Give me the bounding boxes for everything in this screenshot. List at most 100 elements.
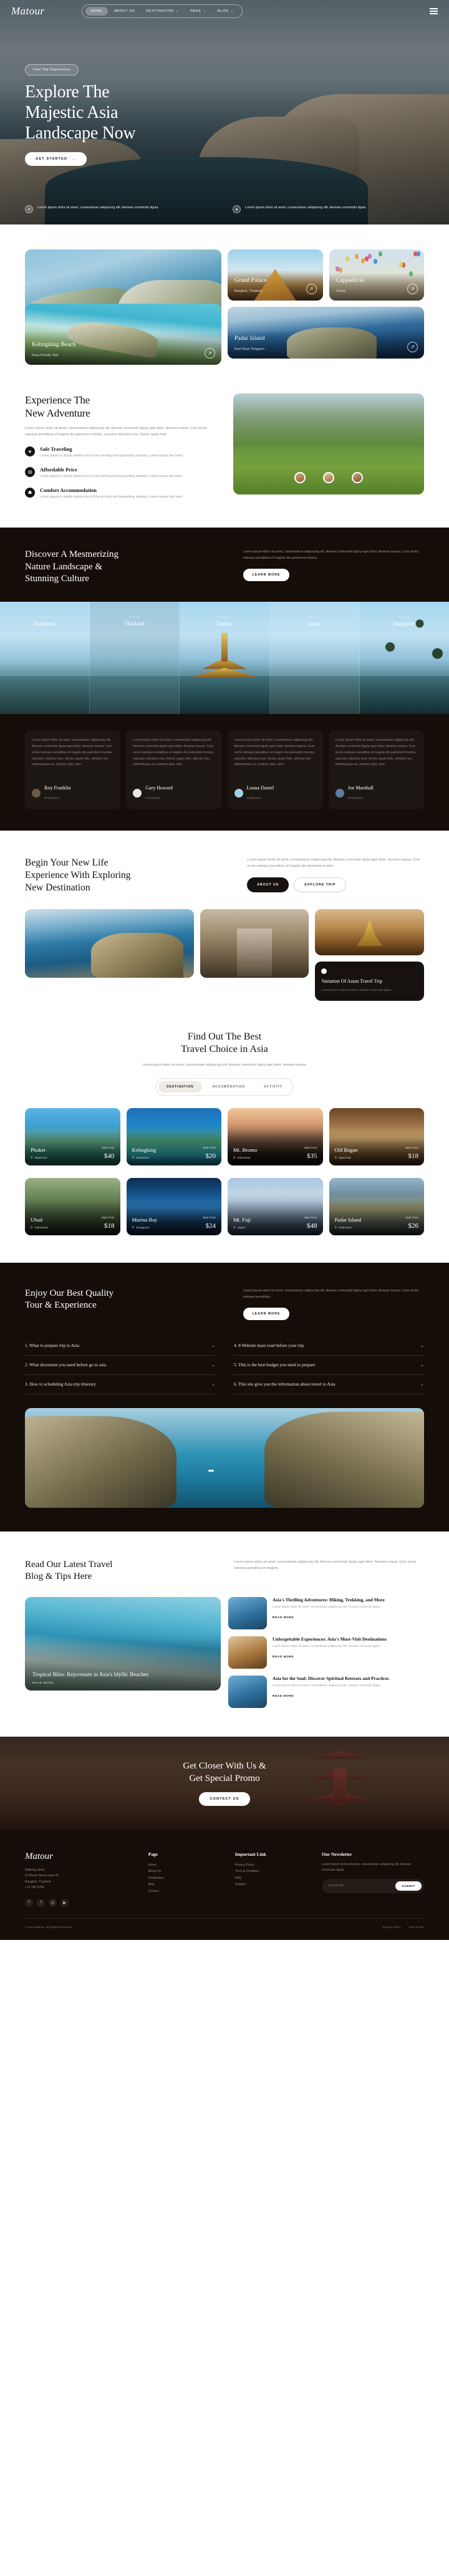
find-title-line2: Travel Choice in Asia [181,1044,268,1054]
blog-item-title: Asia's Thrilling Adventures: Hiking, Tre… [273,1597,424,1603]
location-pin-icon: ⚲ [132,1157,135,1160]
footer-link[interactable]: Support [235,1881,308,1888]
blog-header: Read Our Latest Travel Blog & Tips Here … [25,1559,424,1583]
experience-body: Lorem ipsum dolor sit amet, consectetuer… [25,425,216,438]
footer-link[interactable]: Contact [148,1888,221,1895]
destination-country: Japan [238,1227,246,1230]
footer-bottom-link[interactable]: Term of Use [408,1926,424,1929]
destination-card-marina-bay[interactable]: Marina Bay ⚲ Singapore Start From $24 [127,1178,222,1235]
destination-card-padar-island[interactable]: Padar Island ⚲ Indonesia Start From $26 [329,1178,425,1235]
testimonial-quote: Lorem ipsum dolor sit amet, consectetuer… [234,738,316,779]
blog-item-read-more[interactable]: READ MORE [273,1694,294,1697]
footer-link[interactable]: Term & Condition [235,1868,308,1875]
gallery-card-kelingking-beach[interactable]: Kelingking Beach Nusa Penida, Bali ↗ [25,304,221,365]
arrow-up-right-icon[interactable]: ↗ [306,284,317,294]
destination-price: $48 [307,1222,317,1230]
explore-trip-button[interactable]: EXPLORE TRIP [294,877,346,892]
nav-item-blog[interactable]: BLOG ⌄ [213,7,239,16]
card-title: Kelingking Beach [32,342,75,348]
faq-question: 3. How to scheduling Asia trip itinerary [25,1382,96,1387]
rock-left [25,1416,176,1508]
discover-learn-more-button[interactable]: LEARN MORE [243,569,290,581]
faq-learn-more-button[interactable]: LEARN MORE [243,1308,290,1320]
gallery-card-padar-island[interactable]: Padar Island East Nusa Tenggara ↗ [228,307,424,359]
twitter-icon[interactable]: t [37,1899,45,1907]
feature-text: Lorem ipsum is simply dummy text of the … [40,474,183,480]
footer-bottom-link[interactable]: Privacy Policy [383,1926,401,1929]
footer-link[interactable]: Destination [148,1875,221,1882]
destination-card-mt-fuji[interactable]: Mt. Fuji ⚲ Japan Start From $48 [228,1178,323,1235]
about-us-button[interactable]: ABOUT US [247,877,289,892]
nav-item-home[interactable]: HOME [85,7,107,16]
footer-link[interactable]: Home [148,1862,221,1869]
newsletter-email-input[interactable] [328,1884,395,1888]
arrow-up-right-icon[interactable]: ↗ [205,348,215,359]
experience-feature-safe-traveling: ◈ Safe Traveling Lorem ipsum is simply d… [25,446,216,459]
avatar [234,789,243,798]
newsletter-submit-button[interactable]: SUBMIT [395,1881,422,1891]
arrow-up-right-icon[interactable]: ↗ [407,342,418,352]
faq-header: Enjoy Our Best Quality Tour & Experience… [25,1288,424,1320]
hero-title-line2: Majestic Asia [25,103,118,122]
gallery-card-grand-palace[interactable]: Grand Palace Bangkok, Thailand ↗ [228,249,323,301]
faq-row[interactable]: 4. 8 Website must read before your trip ⌄ [234,1336,424,1356]
location-pin-icon: ⚲ [31,1227,33,1230]
hero-section: Matour HOME ABOUT US DESTINATION ⌄ PAGE ⌄ … [0,0,449,224]
tab-accomodation[interactable]: ACCOMODATION [205,1081,253,1093]
tab-destination[interactable]: DESTINATION [158,1081,201,1093]
nav-item-destination[interactable]: DESTINATION ⌄ [141,7,184,16]
footer-column-page: Page Home About Us Destination Blog Cont… [148,1851,221,1907]
destination-card-ubud[interactable]: Ubud ⚲ Indonesia Start From $18 [25,1178,120,1235]
avatar [336,789,344,798]
country-tab-thailand[interactable]: VISIT Thailand [90,602,180,714]
card-caption: Padar Island East Nusa Tenggara [234,335,264,353]
destination-price: $20 [206,1152,216,1160]
faq-row[interactable]: 1. What to prepare trip to Asia ⌄ [25,1336,215,1356]
instagram-icon[interactable]: ◎ [49,1899,57,1907]
blog-thumbnail [228,1597,267,1629]
blog-list-item[interactable]: Asia for the Soul: Discover Spiritual Re… [228,1676,424,1708]
gallery-card-cappadocia[interactable]: Cappadocia Turkey ↗ [329,249,425,301]
chevron-down-icon: ⌄ [211,1363,215,1368]
hamburger-icon[interactable] [430,8,438,14]
destination-card-old-bagan[interactable]: Old Bagan ⚲ Myanmar Start From $18 [329,1108,425,1165]
featured-read-more[interactable]: READ MORE [32,1682,54,1685]
contact-us-button[interactable]: CONTACT US [199,1792,249,1806]
facebook-icon[interactable]: f [25,1899,33,1907]
destination-card-phuket[interactable]: Phuket ⚲ Myanmar Start From $40 [25,1108,120,1165]
faq-row[interactable]: 6. This site give you the information ab… [234,1375,424,1394]
footer-link[interactable]: FAQ [235,1875,308,1882]
arrow-up-right-icon[interactable]: ↗ [407,284,418,294]
blog-list-item[interactable]: Asia's Thrilling Adventures: Hiking, Tre… [228,1597,424,1629]
faq-row[interactable]: 5. This is the best budget you need to p… [234,1356,424,1375]
destination-card-kelingking[interactable]: Kelingking ⚲ Indonesia Start From $20 [127,1108,222,1165]
site-logo[interactable]: Matour [11,5,44,17]
card-title: Cappadocia [336,277,365,284]
destination-name: Padar Island [335,1217,362,1223]
tab-activity[interactable]: ACTIVITY [256,1081,291,1093]
destination-location: ⚲ Myanmar [335,1157,352,1160]
destination-card-mt-bromo[interactable]: Mt. Bromo ⚲ Indonesia Start From $35 [228,1108,323,1165]
blog-item-read-more[interactable]: READ MORE [273,1616,294,1619]
balloon-icon [336,266,339,271]
footer-link[interactable]: Privacy Policy [235,1862,308,1869]
blog-featured-card[interactable]: Tropical Bliss: Rejuvenate in Asia's Idy… [25,1597,221,1691]
faq-row[interactable]: 3. How to scheduling Asia trip itinerary… [25,1375,215,1394]
blog-section: Read Our Latest Travel Blog & Tips Here … [0,1532,449,1708]
get-started-button[interactable]: GET STARTED → [25,152,87,166]
nav-item-about-us[interactable]: ABOUT US [109,7,140,16]
destination-gallery-section: Grand Palace Bangkok, Thailand ↗ Cappado… [0,224,449,365]
begin-side: Lorem ipsum dolor sit amet, consectetuer… [247,857,424,892]
blog-item-read-more[interactable]: READ MORE [273,1655,294,1658]
blog-list-item[interactable]: Unforgettable Experiences: Asia's Must-V… [228,1636,424,1669]
youtube-icon[interactable]: ▶ [60,1899,69,1907]
balloon-icon [374,259,377,264]
destination-price: $35 [307,1152,317,1160]
footer-link[interactable]: About Us [148,1868,221,1875]
hero-title: Explore The Majestic Asia Landscape Now [25,82,135,143]
faq-row[interactable]: 2. What document you need before go to a… [25,1356,215,1375]
footer-link[interactable]: Blog [148,1881,221,1888]
country-tab-indonesia[interactable]: VISIT Indonesia [0,602,90,714]
footer-logo[interactable]: Matour [25,1851,135,1862]
nav-item-page[interactable]: PAGE ⌄ [185,7,211,16]
